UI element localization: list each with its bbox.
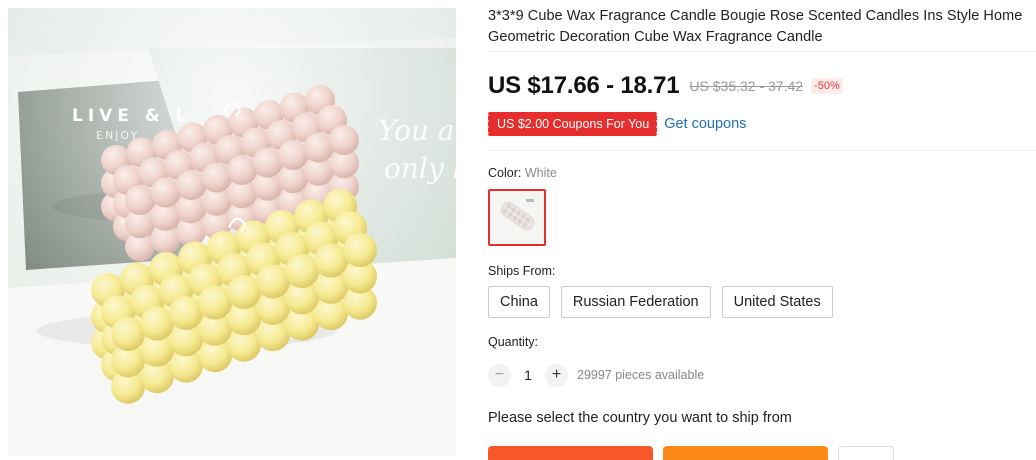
ship-option-china[interactable]: China — [488, 286, 550, 318]
candle-bubble — [201, 162, 232, 193]
candle-bubble — [111, 317, 145, 351]
candle-bubble — [285, 254, 319, 288]
candle-bubble — [252, 147, 283, 178]
product-main-image[interactable]: LIVE & L ENJOY You are only l — [8, 8, 456, 456]
discount-badge: -50% — [811, 78, 843, 94]
candle-bubble — [140, 306, 174, 341]
ships-from-label: Ships From: — [488, 264, 556, 278]
ship-option-united-states[interactable]: United States — [721, 286, 833, 318]
divider — [488, 150, 1036, 151]
candle-bubble — [343, 233, 377, 267]
candle-bubble — [329, 125, 359, 155]
candle-bubble — [303, 132, 334, 163]
coupon-badge[interactable]: US $2.00 Coupons For You — [486, 112, 658, 136]
selected-color-value: White — [524, 166, 557, 180]
product-title: 3*3*9 Cube Wax Fragrance Candle Bougie R… — [488, 8, 1023, 45]
product-info-panel: 3*3*9 Cube Wax Fragrance Candle Bougie R… — [486, 0, 1036, 460]
buy-now-button[interactable] — [488, 446, 653, 460]
original-price: US $35.32 - 37.42 — [689, 78, 804, 94]
ships-from-options: China Russian Federation United States — [488, 286, 833, 318]
sign-text-line2: ENJOY — [96, 129, 139, 142]
current-price: US $17.66 - 18.71 — [488, 72, 680, 99]
candle-photo: LIVE & L ENJOY You are only l — [8, 8, 456, 456]
add-to-cart-button[interactable] — [663, 446, 828, 460]
candle-bubble — [314, 243, 348, 278]
wishlist-button[interactable] — [838, 446, 894, 460]
candle-bubble — [278, 140, 308, 170]
sign-text-line1: LIVE & L — [72, 106, 191, 126]
pieces-available: 29997 pieces available — [577, 368, 705, 382]
candle-bubble — [227, 275, 261, 309]
plus-icon[interactable]: + — [545, 363, 568, 387]
candle-bubble — [169, 296, 203, 330]
ship-from-prompt: Please select the country you want to sh… — [488, 410, 792, 426]
divider — [488, 51, 1036, 52]
candle-bubble — [150, 177, 181, 208]
candle-bubble — [125, 185, 155, 215]
quantity-stepper: − 1 + 29997 pieces available — [488, 363, 704, 387]
color-label-text: Color: — [488, 166, 522, 180]
color-swatch-white[interactable] — [488, 189, 546, 246]
coupon-row: US $2.00 Coupons For You Get coupons — [486, 112, 746, 136]
ship-option-russian-federation[interactable]: Russian Federation — [560, 286, 711, 318]
script-text-line2: only l — [384, 152, 456, 185]
candle-bubble — [198, 285, 232, 320]
get-coupons-link[interactable]: Get coupons — [664, 116, 746, 132]
script-text-line1: You are — [378, 114, 456, 147]
quantity-input[interactable]: 1 — [511, 367, 545, 383]
swatch-thumbnail — [490, 191, 544, 244]
candle-bubble — [176, 170, 206, 200]
candle-bubble — [227, 155, 257, 185]
color-label: Color: White — [488, 166, 557, 180]
candle-bubble — [256, 264, 290, 299]
price-row: US $17.66 - 18.71 US $35.32 - 37.42 -50% — [488, 70, 843, 102]
minus-icon[interactable]: − — [488, 363, 511, 387]
quantity-label: Quantity: — [488, 335, 539, 349]
